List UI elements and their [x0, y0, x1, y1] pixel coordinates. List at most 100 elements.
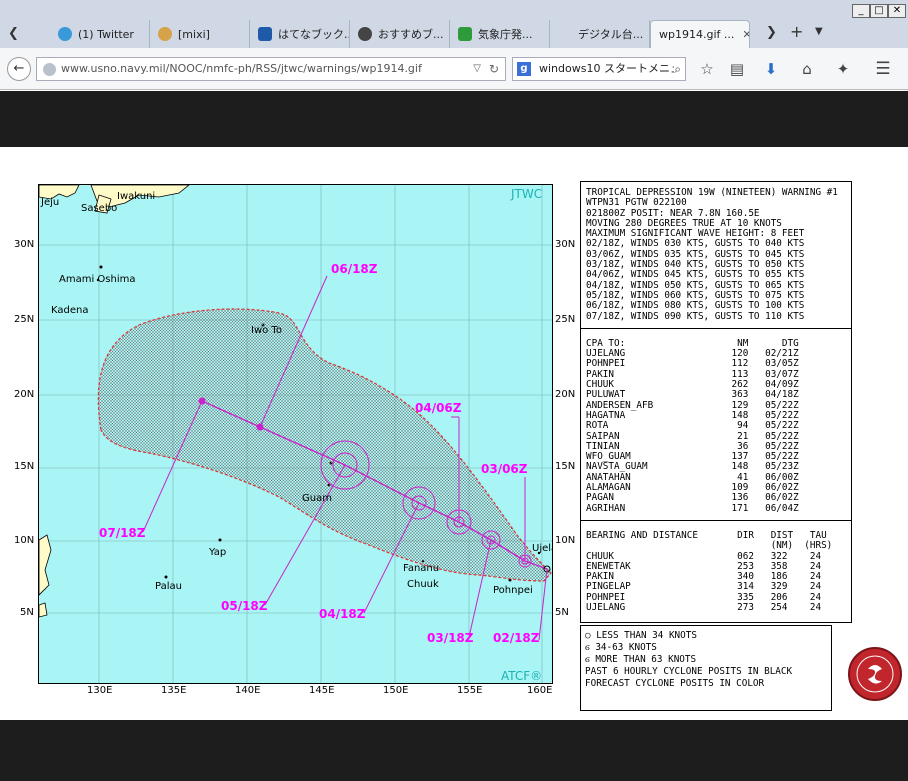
search-input[interactable]: windows10 スタートメニュ — [539, 62, 681, 75]
warning-graphic: JTWC ATCF® Jeju Sasebo Iwakuni Amami Osh… — [0, 147, 908, 720]
atcf-tag: ATCF® — [501, 669, 543, 683]
track-label-05-18z: 05/18Z — [221, 599, 268, 613]
tab-scroll-left-icon[interactable]: ❮ — [8, 26, 19, 41]
track-label-06-18z: 06/18Z — [331, 262, 378, 276]
jtwc-seal-logo — [848, 647, 902, 701]
mixi-icon — [158, 27, 172, 41]
place-chuuk: Chuuk — [407, 579, 439, 590]
place-yap: Yap — [209, 547, 227, 558]
lat-label-right: 10N — [555, 535, 576, 546]
tab-twitter[interactable]: (1) Twitter — [50, 20, 150, 48]
close-window-icon[interactable]: ✕ — [888, 4, 906, 18]
tab-recommend[interactable]: おすすめブ... — [350, 20, 450, 48]
land-mindanao — [39, 602, 48, 618]
tab-list-chevron-down-icon[interactable]: ▼ — [815, 26, 823, 37]
place-guam: Guam — [302, 493, 332, 504]
map-canvas — [39, 185, 552, 683]
tab-hatena[interactable]: はてなブック... — [250, 20, 350, 48]
reading-list-icon[interactable]: ▤ — [726, 59, 748, 79]
track-map: JTWC ATCF® Jeju Sasebo Iwakuni Amami Osh… — [38, 184, 553, 684]
minimize-icon[interactable]: _ — [852, 4, 870, 18]
lat-label-left: 5N — [20, 607, 34, 618]
maximize-icon[interactable]: □ — [870, 4, 888, 18]
place-iwoto: Iwo To — [251, 325, 282, 336]
tab-label: はてなブック... — [278, 28, 350, 41]
place-pohnpei: Pohnpei — [493, 585, 533, 596]
bearing-header-units: (NM) (HRS) — [586, 540, 833, 552]
track-label-03-18z: 03/18Z — [427, 631, 474, 645]
blank-page-icon — [558, 27, 572, 41]
jma-icon — [458, 27, 472, 41]
reload-icon[interactable]: ↻ — [489, 58, 499, 80]
legend-row: PAST 6 HOURLY CYCLONE POSITS IN BLACK — [585, 666, 793, 677]
track-label-02-18z: 02/18Z — [493, 631, 540, 645]
tab-label: デジタル台... — [578, 28, 644, 41]
tab-label: (1) Twitter — [78, 27, 134, 41]
home-icon[interactable]: ⌂ — [796, 59, 818, 79]
browser-titlebar: ❮ (1) Twitter [mixi] はてなブック... おすすめブ... … — [0, 0, 908, 48]
lon-label: 140E — [235, 685, 261, 696]
track-label-07-18z: 07/18Z — [99, 526, 146, 540]
tab-wp1914-active[interactable]: wp1914.gif ... ✕ — [650, 20, 750, 48]
tab-label: おすすめブ... — [378, 28, 444, 41]
browser-navbar: ← www.usno.navy.mil/NOOC/nmfc-ph/RSS/jtw… — [0, 48, 908, 90]
recommend-icon — [358, 27, 372, 41]
url-dropdown-icon[interactable]: ▽ — [473, 58, 481, 80]
place-jeju: Jeju — [41, 197, 60, 208]
legend-box: ○ LESS THAN 34 KNOTS ϭ 34-63 KNOTS ϭ MOR… — [580, 625, 832, 711]
lon-label: 145E — [309, 685, 335, 696]
place-kadena: Kadena — [51, 305, 89, 316]
lat-label-left: 20N — [14, 389, 35, 400]
url-text: www.usno.navy.mil/NOOC/nmfc-ph/RSS/jtwc/… — [61, 62, 422, 75]
tab-mixi[interactable]: [mixi] — [150, 20, 250, 48]
image-viewer-bottom-band — [0, 720, 908, 781]
bookmark-star-icon[interactable]: ☆ — [696, 59, 718, 79]
jtwc-tag: JTWC — [511, 187, 543, 201]
place-amami: Amami Oshima — [59, 274, 136, 285]
image-viewer-top-band — [0, 91, 908, 147]
lat-label-left: 10N — [14, 535, 35, 546]
track-label-04-06z: 04/06Z — [415, 401, 462, 415]
tab-label: 気象庁発... — [478, 28, 533, 41]
place-fananu: Fananu — [403, 563, 440, 574]
legend-row: ϭ MORE THAN 63 KNOTS — [585, 654, 697, 665]
warning-text-panel: TROPICAL DEPRESSION 19W (NINETEEN) WARNI… — [580, 181, 852, 623]
land-philippines — [39, 534, 52, 596]
lon-label: 160E — [527, 685, 553, 696]
place-sasebo: Sasebo — [81, 203, 118, 214]
addon-puzzle-icon[interactable]: ✦ — [832, 59, 854, 79]
lat-label-right: 30N — [555, 239, 576, 250]
tab-close-icon[interactable]: ✕ — [742, 28, 749, 41]
back-arrow-icon[interactable]: ← — [7, 57, 31, 81]
lat-label-left: 25N — [14, 314, 35, 325]
warning-header-line: 07/18Z, WINDS 090 KTS, GUSTS TO 110 KTS — [586, 310, 805, 322]
lon-label: 155E — [457, 685, 483, 696]
bearing-row: UJELANG 273 254 24 — [586, 601, 822, 613]
tab-label: [mixi] — [178, 27, 210, 41]
tab-jma[interactable]: 気象庁発... — [450, 20, 550, 48]
new-tab-plus-icon[interactable]: + — [790, 22, 803, 41]
search-magnifier-icon[interactable]: ⌕ — [674, 58, 681, 80]
lat-label-right: 15N — [555, 461, 576, 472]
place-palau: Palau — [155, 581, 182, 592]
download-arrow-icon[interactable]: ⬇ — [760, 59, 782, 79]
globe-icon — [43, 63, 56, 76]
lat-label-left: 30N — [14, 239, 35, 250]
lon-label: 130E — [87, 685, 113, 696]
url-bar[interactable]: www.usno.navy.mil/NOOC/nmfc-ph/RSS/jtwc/… — [36, 57, 506, 81]
menu-hamburger-icon[interactable]: ☰ — [872, 59, 894, 79]
tab-scroll-right-icon[interactable]: ❯ — [766, 25, 777, 40]
lat-label-right: 25N — [555, 314, 576, 325]
hatena-bookmark-icon — [258, 27, 272, 41]
lat-label-right: 5N — [555, 607, 569, 618]
track-label-04-18z: 04/18Z — [319, 607, 366, 621]
legend-row: ○ LESS THAN 34 KNOTS — [585, 630, 697, 641]
lon-label: 150E — [383, 685, 409, 696]
lat-label-right: 20N — [555, 389, 576, 400]
google-g-icon: g — [517, 62, 531, 76]
tab-digital-typhoon[interactable]: デジタル台... — [550, 20, 650, 48]
twitter-bird-icon — [58, 27, 72, 41]
search-bar[interactable]: g windows10 スタートメニュ ⌕ — [512, 57, 686, 81]
place-ujela: Ujela — [532, 543, 552, 554]
cpa-row: AGRIHAN 171 06/04Z — [586, 502, 799, 514]
